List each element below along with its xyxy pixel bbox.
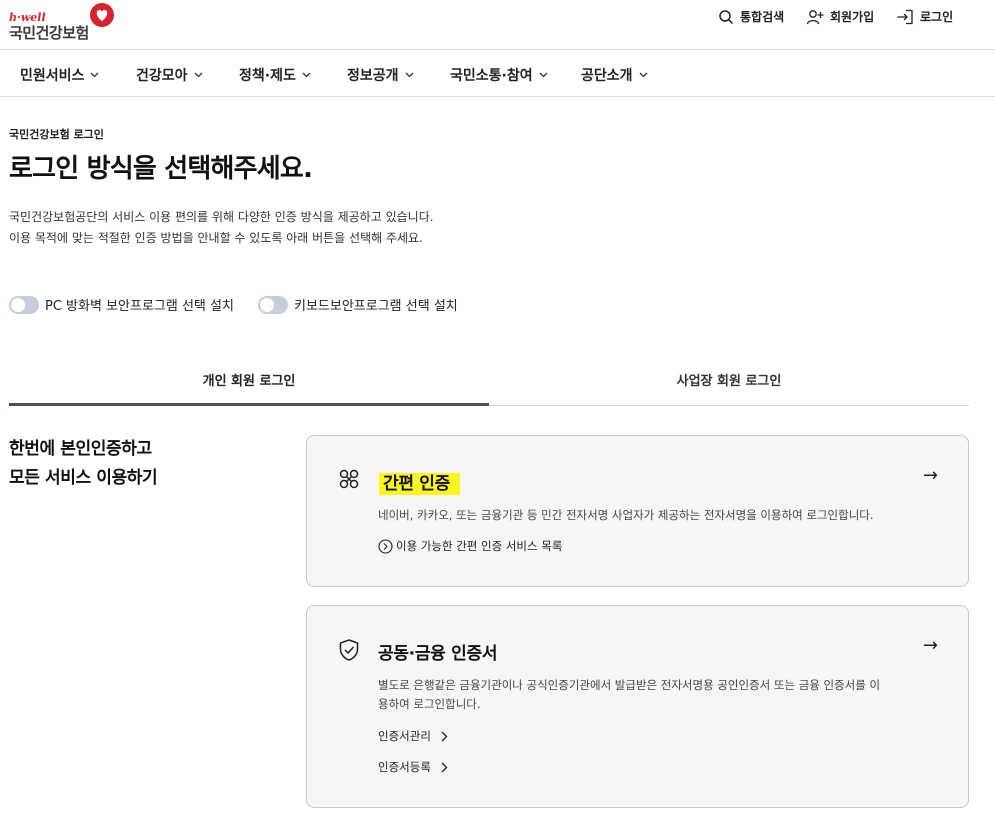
integrated-search-button[interactable]: 통합검색 bbox=[718, 8, 784, 25]
card-description: 별도로 은행같은 금융기관이나 공식인증기관에서 발급받은 전자서명용 공인인증… bbox=[378, 676, 880, 714]
circle-chevron-right-icon bbox=[378, 538, 393, 554]
chevron-down-icon bbox=[90, 72, 99, 78]
certificate-auth-card[interactable]: 공동·금융 인증서 → 별도로 은행같은 금융기관이나 공식인증기관에서 발급받… bbox=[306, 605, 969, 808]
simple-auth-service-list-link[interactable]: 이용 가능한 간편 인증 서비스 목록 bbox=[378, 538, 562, 554]
chevron-down-icon bbox=[539, 72, 548, 78]
login-button[interactable]: 로그인 bbox=[896, 8, 953, 25]
nav-item-civil-service[interactable]: 민원서비스 bbox=[20, 65, 99, 85]
heading-line: 한번에 본인인증하고 bbox=[9, 439, 152, 459]
nav-item-label: 국민소통·참여 bbox=[450, 68, 533, 84]
user-plus-icon bbox=[806, 9, 824, 24]
nav-item-label: 공단소개 bbox=[581, 68, 633, 84]
logo-name-text: 국민건강보험 bbox=[9, 24, 89, 42]
tab-business-login[interactable]: 사업장 회원 로그인 bbox=[489, 362, 969, 406]
page-eyebrow: 국민건강보험 로그인 bbox=[9, 128, 104, 141]
toggle-switch[interactable] bbox=[258, 295, 288, 314]
nav-item-label: 민원서비스 bbox=[20, 68, 85, 84]
nav-item-health[interactable]: 건강모아 bbox=[136, 65, 203, 85]
description-line: 별도로 은행같은 금융기관이나 공식인증기관에서 발급받은 전자서명용 공인인증… bbox=[378, 678, 881, 692]
nav-item-label: 정책·제도 bbox=[239, 68, 296, 84]
nav-item-communication[interactable]: 국민소통·참여 bbox=[450, 65, 548, 85]
heading-line: 모든 서비스 이용하기 bbox=[9, 468, 158, 488]
description-line: 이용 목적에 맞는 적절한 인증 방법을 안내할 수 있도록 아래 버튼을 선택… bbox=[9, 231, 423, 245]
login-icon bbox=[897, 9, 913, 24]
join-label: 회원가입 bbox=[830, 10, 875, 24]
nav-item-label: 건강모아 bbox=[136, 68, 188, 84]
certificate-management-link[interactable]: 인증서관리 bbox=[378, 728, 448, 744]
heart-logo-icon bbox=[90, 3, 114, 27]
simple-auth-icon bbox=[339, 469, 359, 489]
tab-personal-login[interactable]: 개인 회원 로그인 bbox=[9, 362, 489, 406]
page-description: 국민건강보험공단의 서비스 이용 편의를 위해 다양한 인증 방식을 제공하고 … bbox=[9, 207, 434, 249]
simple-auth-card[interactable]: 간편 인증 → 네이버, 카카오, 또는 금융기관 등 민간 전자서명 사업자가… bbox=[306, 435, 969, 587]
main-navigation: 민원서비스 건강모아 정책·제도 정보공개 국민소통·참여 공단소개 bbox=[0, 50, 995, 97]
chevron-down-icon bbox=[194, 72, 202, 78]
nav-item-info[interactable]: 정보공개 bbox=[347, 65, 414, 85]
page-title: 로그인 방식을 선택해주세요. bbox=[9, 154, 313, 184]
description-line: 국민건강보험공단의 서비스 이용 편의를 위해 다양한 인증 방식을 제공하고 … bbox=[9, 210, 434, 224]
search-label: 통합검색 bbox=[740, 10, 785, 24]
login-label: 로그인 bbox=[920, 10, 954, 24]
nav-item-about[interactable]: 공단소개 bbox=[581, 65, 648, 85]
description-line: 용하여 로그인합니다. bbox=[378, 697, 481, 711]
arrow-right-icon[interactable]: → bbox=[923, 465, 938, 486]
link-label: 인증서관리 bbox=[378, 729, 431, 743]
chevron-down-icon bbox=[302, 72, 311, 78]
toggle-switch[interactable] bbox=[9, 295, 39, 314]
shield-check-icon bbox=[339, 639, 359, 661]
highlighted-title: 간편 인증 bbox=[379, 473, 460, 495]
top-header: h·well 국민건강보험 통합검색 회원가입 로그인 bbox=[0, 0, 995, 50]
login-type-tabs: 개인 회원 로그인 사업장 회원 로그인 bbox=[9, 362, 969, 406]
chevron-right-icon bbox=[441, 762, 448, 772]
card-title: 공동·금융 인증서 bbox=[378, 644, 498, 664]
card-description: 네이버, 카카오, 또는 금융기관 등 민간 전자서명 사업자가 제공하는 전자… bbox=[378, 508, 874, 522]
arrow-right-icon[interactable]: → bbox=[923, 635, 938, 656]
join-button[interactable]: 회원가입 bbox=[806, 8, 874, 25]
keyboard-security-toggle[interactable]: 키보드보안프로그램 선택 설치 bbox=[258, 295, 458, 314]
firewall-toggle[interactable]: PC 방화벽 보안프로그램 선택 설치 bbox=[9, 295, 234, 314]
site-logo[interactable]: h·well 국민건강보험 bbox=[9, 2, 119, 42]
link-label: 이용 가능한 간편 인증 서비스 목록 bbox=[396, 539, 563, 553]
toggle-label: 키보드보안프로그램 선택 설치 bbox=[294, 299, 458, 314]
nav-item-policy[interactable]: 정책·제도 bbox=[239, 65, 311, 85]
chevron-down-icon bbox=[639, 72, 647, 78]
link-label: 인증서등록 bbox=[378, 760, 431, 774]
chevron-right-icon bbox=[441, 731, 448, 741]
card-title: 간편 인증 bbox=[379, 469, 460, 495]
toggle-label: PC 방화벽 보안프로그램 선택 설치 bbox=[45, 299, 234, 314]
search-icon bbox=[719, 9, 734, 24]
nav-item-label: 정보공개 bbox=[347, 68, 399, 84]
certificate-registration-link[interactable]: 인증서등록 bbox=[378, 759, 448, 775]
section-heading: 한번에 본인인증하고 모든 서비스 이용하기 bbox=[9, 435, 158, 493]
chevron-down-icon bbox=[405, 72, 413, 78]
